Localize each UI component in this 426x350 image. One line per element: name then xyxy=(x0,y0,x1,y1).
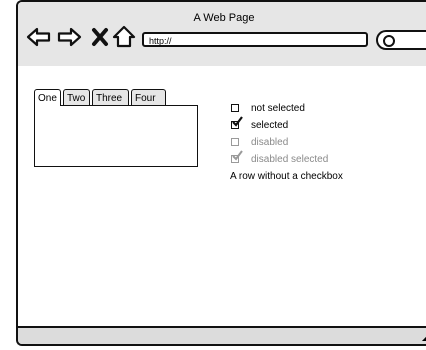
checkbox-label: selected xyxy=(251,120,289,131)
checkmark-icon xyxy=(232,116,243,127)
checkbox-label: disabled selected xyxy=(251,154,329,165)
plain-row: A row without a checkbox xyxy=(230,171,343,182)
search-icon xyxy=(383,35,395,47)
checkbox-label: disabled xyxy=(251,137,289,148)
tab-panel xyxy=(34,105,198,167)
tab-label: Four xyxy=(135,93,156,104)
back-arrow-icon[interactable] xyxy=(26,24,52,50)
page-content: One Two Three Four not selected selected… xyxy=(18,66,426,332)
checkbox xyxy=(231,138,239,146)
tab-label: Two xyxy=(67,93,86,104)
resize-grip-icon[interactable]: ◢ xyxy=(422,333,426,342)
tab-one[interactable]: One xyxy=(34,89,61,106)
tab-four[interactable]: Four xyxy=(131,89,166,106)
checkbox[interactable] xyxy=(231,104,239,112)
checkbox-row-disabled-selected: disabled selected xyxy=(230,150,420,169)
window-title: A Web Page xyxy=(193,12,255,24)
tab-two[interactable]: Two xyxy=(63,89,90,106)
checkbox-row-selected[interactable]: selected xyxy=(230,116,420,135)
checkbox-row-not-selected[interactable]: not selected xyxy=(230,101,420,118)
checkbox-list: not selected selected disabled disabled … xyxy=(230,101,420,185)
forward-arrow-icon[interactable] xyxy=(56,24,82,50)
tab-group: One Two Three Four xyxy=(34,89,198,172)
browser-toolbar: A Web Page http:// xyxy=(18,2,426,68)
search-field[interactable] xyxy=(376,30,426,50)
tab-label: Three xyxy=(96,93,123,104)
browser-window: A Web Page http:// One Two Three Four no… xyxy=(16,0,426,346)
url-field[interactable]: http:// xyxy=(142,32,368,47)
status-bar: ◢ xyxy=(18,326,426,344)
checkbox-row-disabled: disabled xyxy=(230,135,420,152)
checkmark-icon xyxy=(232,150,243,161)
home-icon[interactable] xyxy=(111,24,137,50)
checkbox-label: not selected xyxy=(251,103,305,114)
tab-label: One xyxy=(38,93,57,104)
browser-frame: A Web Page http:// One Two Three Four no… xyxy=(16,0,426,350)
tab-three[interactable]: Three xyxy=(92,89,129,106)
